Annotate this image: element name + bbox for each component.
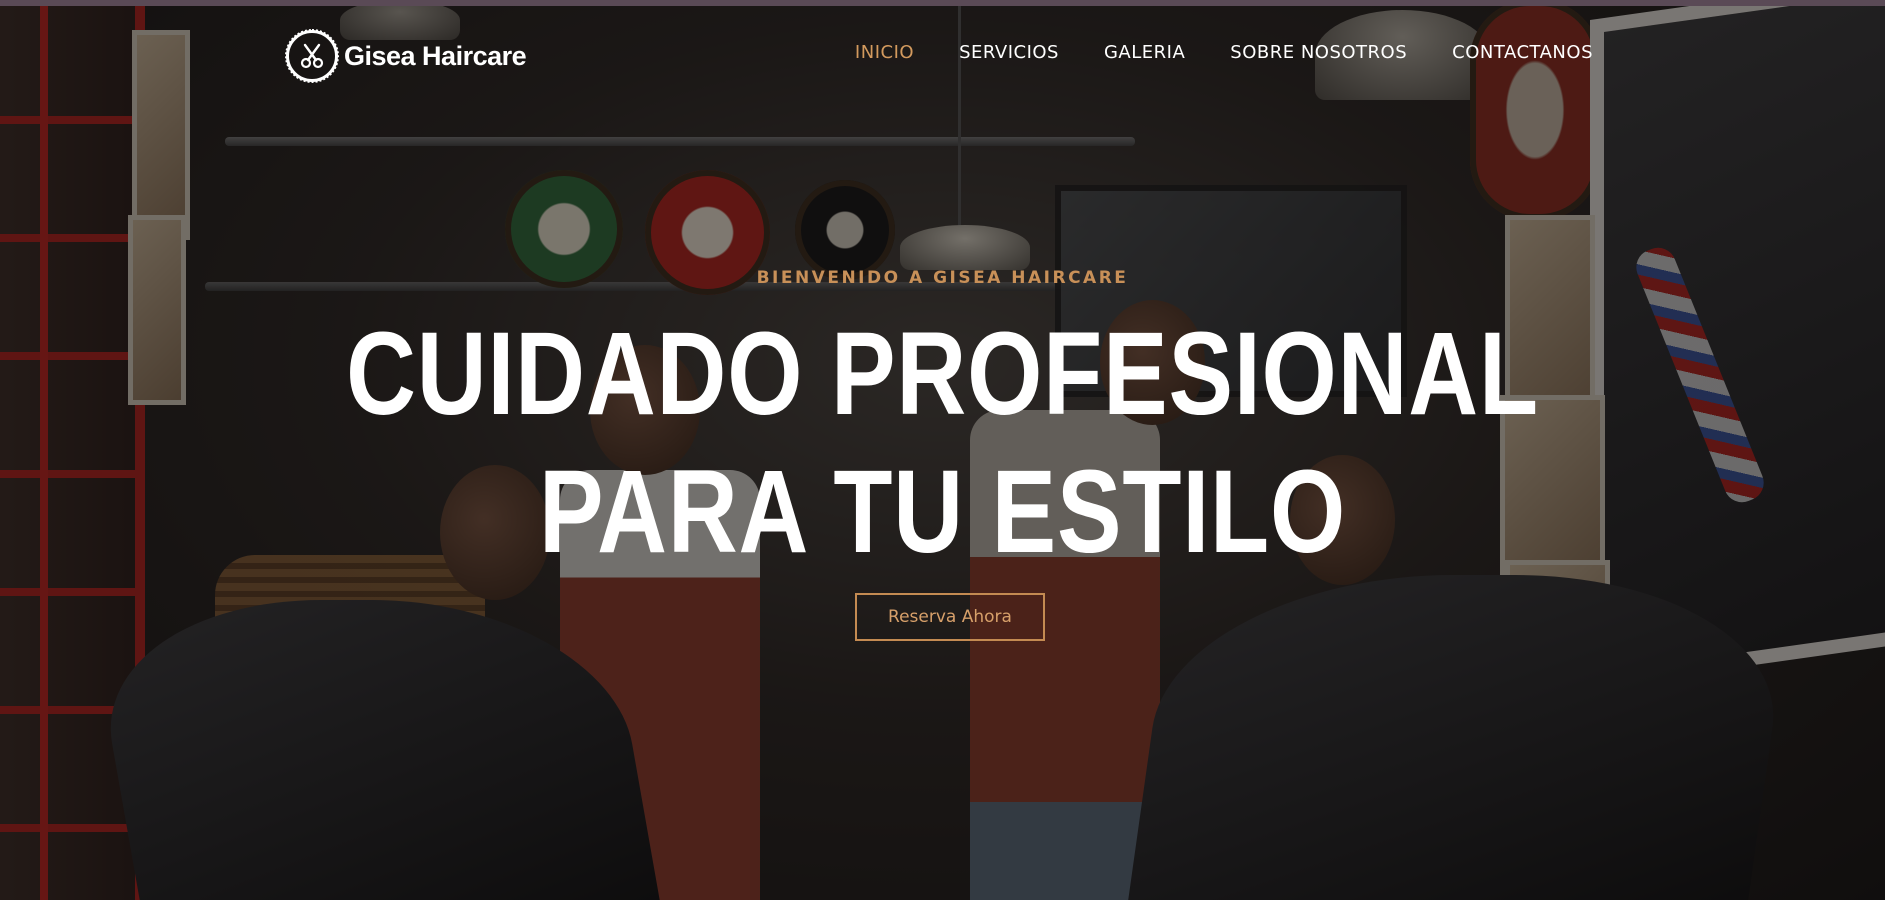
nav-item-servicios[interactable]: SERVICIOS	[959, 42, 1059, 63]
hero-headline: CUIDADO PROFESIONAL PARA TU ESTILO	[170, 305, 1716, 581]
hero-eyebrow: BIENVENIDO A GISEA HAIRCARE	[756, 268, 1129, 288]
scissors-icon	[285, 29, 339, 83]
brand-name: Gisea Haircare	[344, 40, 527, 71]
nav-item-sobre-nosotros[interactable]: SOBRE NOSOTROS	[1230, 42, 1407, 63]
window-top-border	[0, 0, 1885, 6]
nav-item-inicio[interactable]: INICIO	[855, 42, 914, 63]
nav-item-galeria[interactable]: GALERIA	[1104, 42, 1185, 63]
reserve-button[interactable]: Reserva Ahora	[855, 593, 1045, 641]
site-header: Gisea Haircare INICIO SERVICIOS GALERIA …	[0, 6, 1885, 102]
hero-headline-line1: CUIDADO PROFESIONAL	[346, 308, 1539, 440]
hero-page: Gisea Haircare INICIO SERVICIOS GALERIA …	[0, 0, 1885, 900]
nav-item-contactanos[interactable]: CONTACTANOS	[1452, 42, 1593, 63]
main-nav: INICIO SERVICIOS GALERIA SOBRE NOSOTROS …	[855, 42, 1593, 63]
hero-headline-line2: PARA TU ESTILO	[538, 446, 1347, 578]
brand-logo-link[interactable]: Gisea Haircare	[285, 28, 527, 84]
